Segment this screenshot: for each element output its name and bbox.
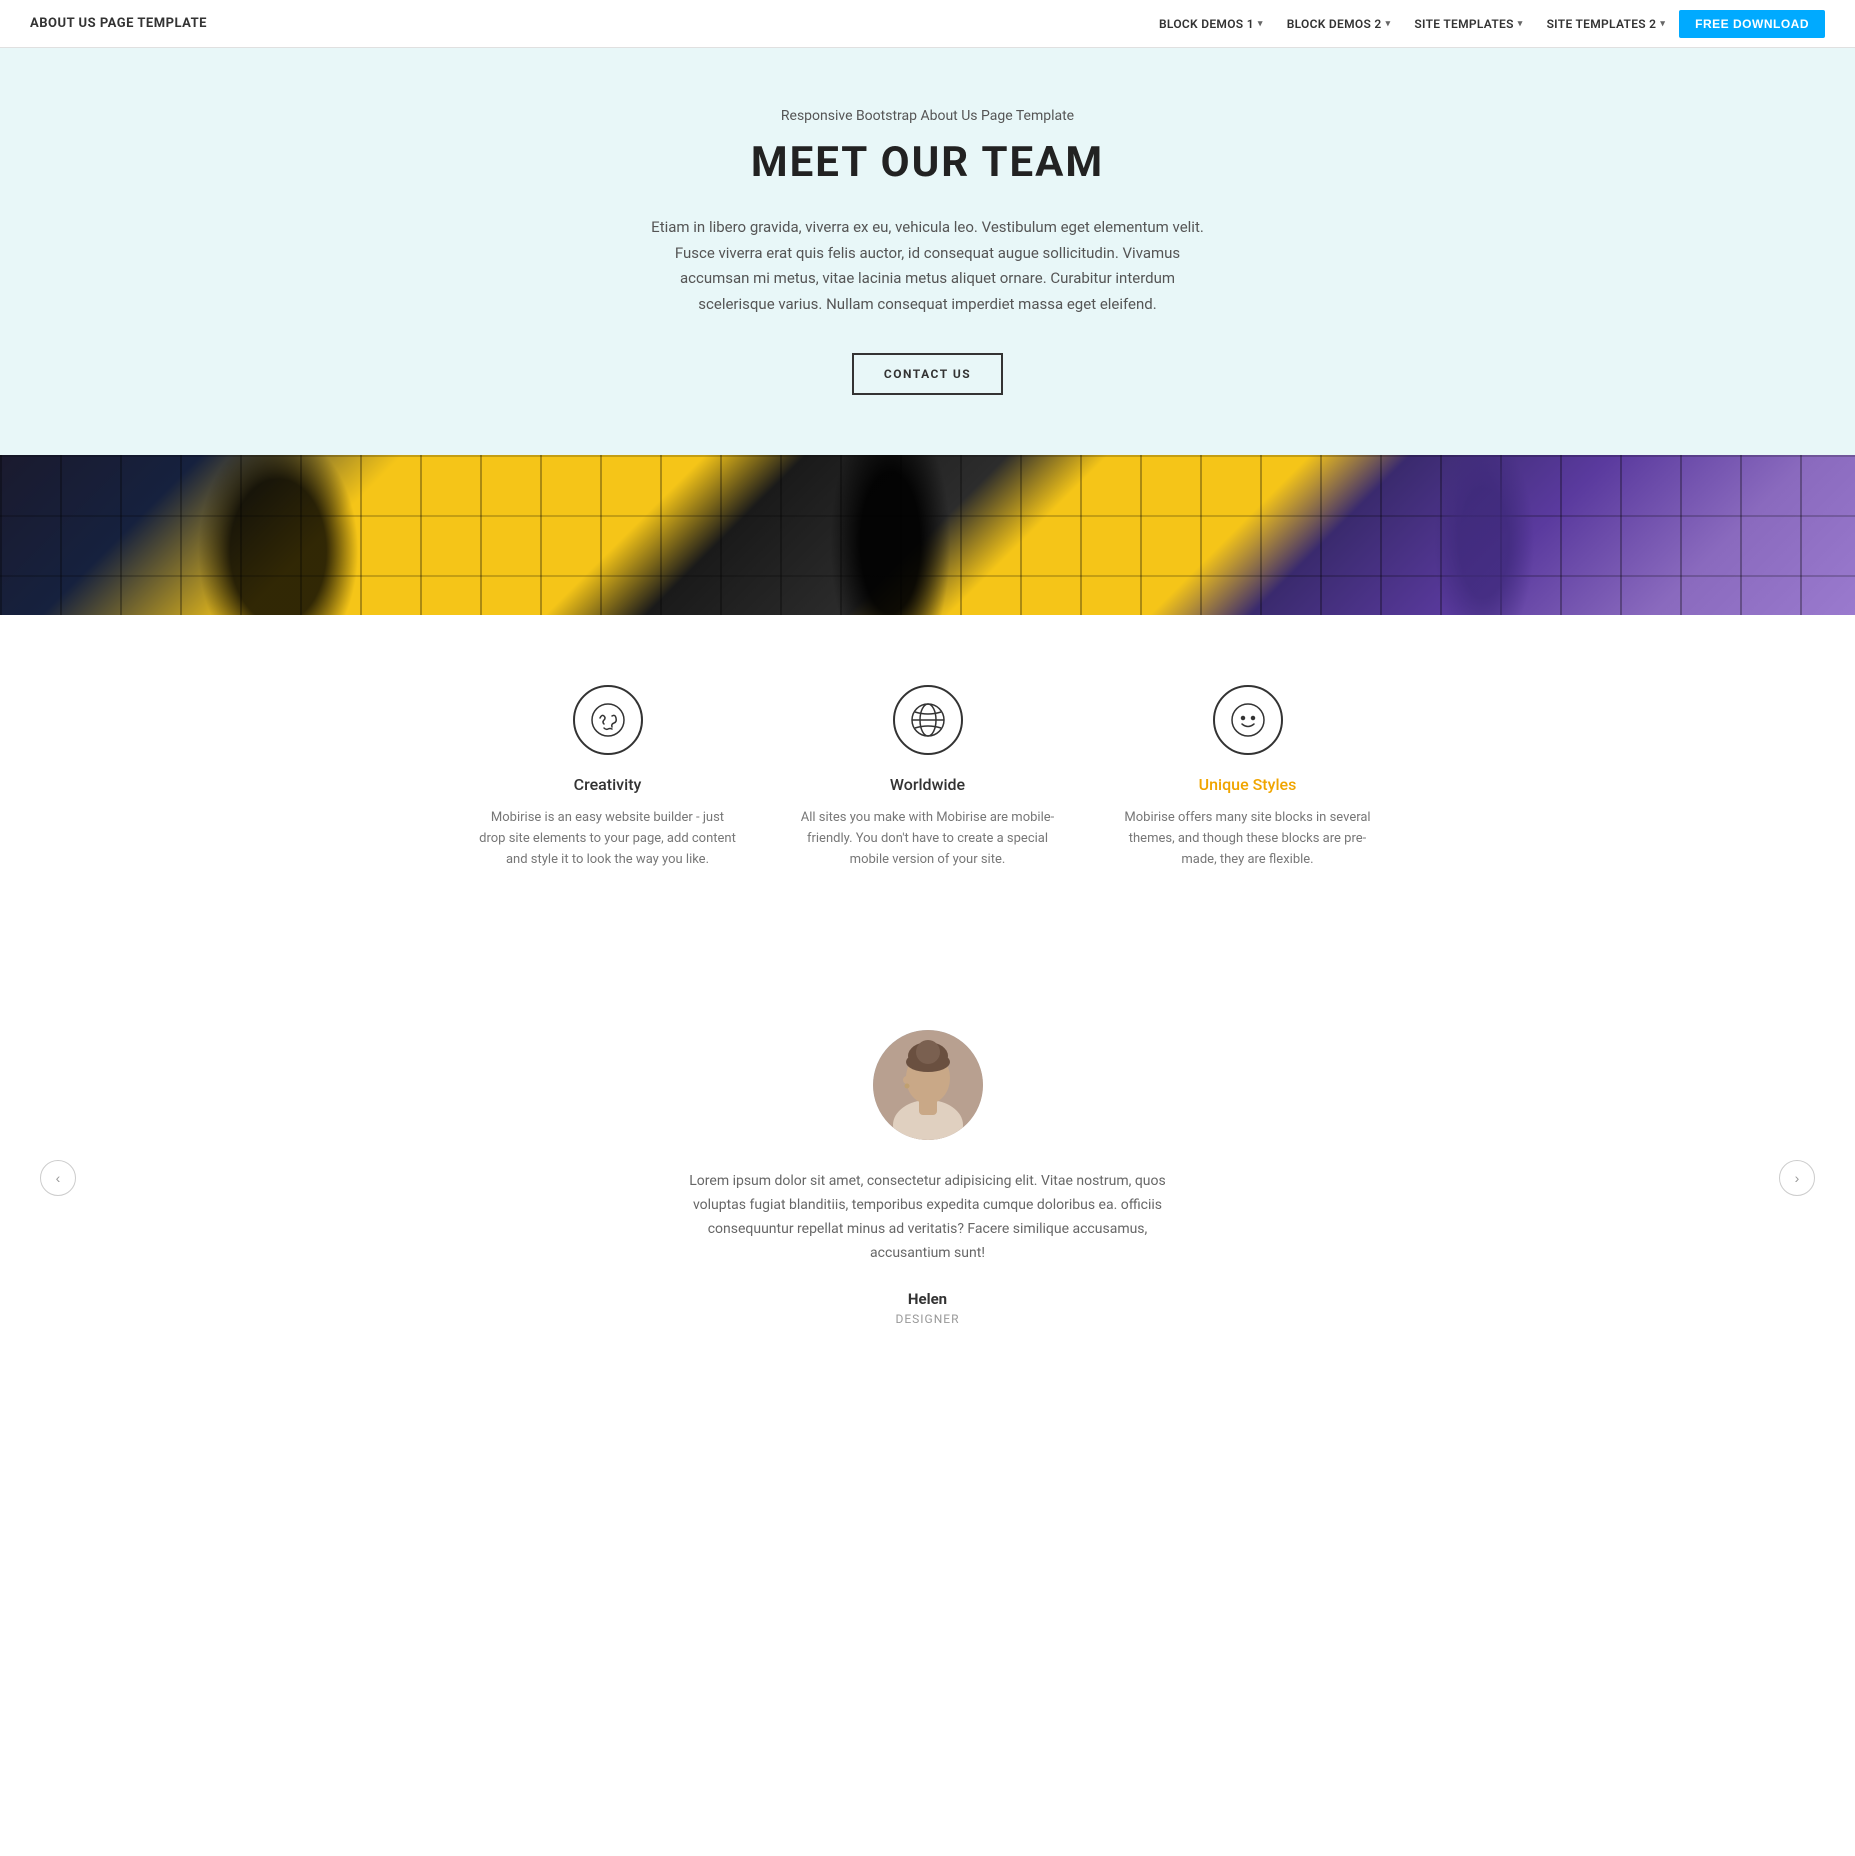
avatar-svg [873,1030,983,1140]
features-section: Creativity Mobirise is an easy website b… [0,615,1855,950]
contact-us-button[interactable]: CONTACT US [852,353,1003,395]
features-grid: Creativity Mobirise is an easy website b… [478,685,1378,870]
chevron-left-icon: ‹ [56,1170,61,1186]
testimonial-quote: Lorem ipsum dolor sit amet, consectetur … [688,1170,1168,1265]
feature-worldwide: Worldwide All sites you make with Mobiri… [798,685,1058,870]
chevron-down-icon: ▾ [1386,19,1391,29]
hero-section: Responsive Bootstrap About Us Page Templ… [0,48,1855,455]
testimonial-avatar [873,1030,983,1140]
testimonial-role: DESIGNER [20,1312,1835,1326]
free-download-button[interactable]: FREE DOWNLOAD [1679,10,1825,38]
nav-link-site-templates-2[interactable]: SITE TEMPLATES 2 ▾ [1537,11,1676,37]
hero-description: Etiam in libero gravida, viverra ex eu, … [648,215,1208,317]
banner-silhouette-overlay [0,455,1855,615]
worldwide-icon [893,685,963,755]
feature-unique-styles: Unique Styles Mobirise offers many site … [1118,685,1378,870]
banner-visual [0,455,1855,615]
banner-image [0,455,1855,615]
chevron-down-icon: ▾ [1258,19,1263,29]
testimonial-section: ‹ Lorem ipsum d [0,950,1855,1405]
feature-creativity: Creativity Mobirise is an easy website b… [478,685,738,870]
hero-subtitle: Responsive Bootstrap About Us Page Templ… [20,108,1835,124]
nav-brand: ABOUT US PAGE TEMPLATE [30,16,207,31]
chevron-down-icon: ▾ [1518,19,1523,29]
unique-styles-title: Unique Styles [1199,775,1297,794]
worldwide-title: Worldwide [890,775,965,794]
creativity-desc: Mobirise is an easy website builder - ju… [478,808,738,870]
creativity-icon [573,685,643,755]
navbar: ABOUT US PAGE TEMPLATE BLOCK DEMOS 1 ▾ B… [0,0,1855,48]
chevron-down-icon: ▾ [1660,19,1665,29]
worldwide-desc: All sites you make with Mobirise are mob… [798,808,1058,870]
hero-title: MEET OUR TEAM [20,138,1835,187]
chevron-right-icon: › [1795,1170,1800,1186]
testimonial-prev-button[interactable]: ‹ [40,1160,76,1196]
unique-styles-desc: Mobirise offers many site blocks in seve… [1118,808,1378,870]
testimonial-name: Helen [20,1290,1835,1308]
nav-links: BLOCK DEMOS 1 ▾ BLOCK DEMOS 2 ▾ SITE TEM… [1149,10,1825,38]
nav-link-block-demos-1[interactable]: BLOCK DEMOS 1 ▾ [1149,11,1273,37]
nav-link-block-demos-2[interactable]: BLOCK DEMOS 2 ▾ [1277,11,1401,37]
testimonial-next-button[interactable]: › [1779,1160,1815,1196]
creativity-title: Creativity [574,775,642,794]
nav-link-site-templates[interactable]: SITE TEMPLATES ▾ [1404,11,1532,37]
unique-styles-icon [1213,685,1283,755]
